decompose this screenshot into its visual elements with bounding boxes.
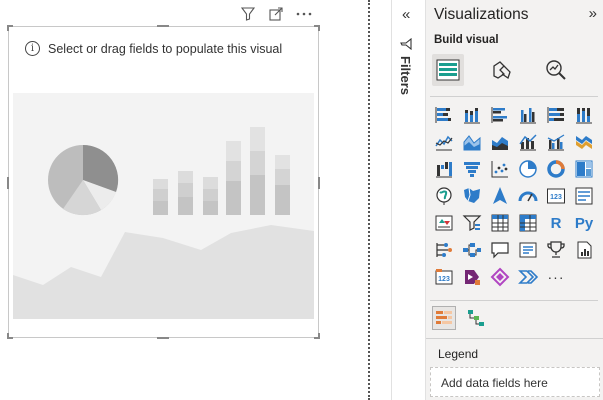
visualizations-title: Visualizations xyxy=(434,6,529,23)
multi-row-card-icon[interactable] xyxy=(573,185,595,207)
empty-visual[interactable]: i Select or drag fields to populate this… xyxy=(7,25,320,339)
pane-divider xyxy=(368,0,370,400)
focus-mode-icon[interactable] xyxy=(268,6,284,22)
filters-label: Filters xyxy=(398,56,413,96)
resize-handle-top[interactable] xyxy=(157,25,169,27)
fields-separator xyxy=(426,338,603,339)
build-visual-label: Build visual xyxy=(434,34,499,46)
decomposition-tree-icon[interactable] xyxy=(461,239,483,261)
visualizations-pane: Visualizations » Build visual 123 R Py 1… xyxy=(425,0,603,400)
filter-icon[interactable] xyxy=(240,6,256,22)
legend-field-well[interactable]: Add data fields here xyxy=(430,367,600,397)
card-icon[interactable]: 123 xyxy=(545,185,567,207)
stacked-bar-chart-icon[interactable] xyxy=(433,104,455,126)
mode-separator xyxy=(430,96,598,97)
paginated-report-icon[interactable] xyxy=(573,239,595,261)
pie-chart-icon[interactable] xyxy=(517,158,539,180)
power-automate-flow-icon[interactable] xyxy=(517,266,539,288)
resize-handle-bl-v[interactable] xyxy=(7,333,9,339)
info-icon: i xyxy=(25,41,40,56)
placeholder-graphic xyxy=(13,127,314,319)
map-icon[interactable] xyxy=(433,185,455,207)
donut-chart-icon[interactable] xyxy=(545,158,567,180)
metrics-icon[interactable] xyxy=(545,239,567,261)
visual-mode-tabs xyxy=(432,54,572,86)
stacked-column-chart-icon[interactable] xyxy=(461,104,483,126)
gauge-icon[interactable] xyxy=(517,185,539,207)
waterfall-chart-icon[interactable] xyxy=(433,158,455,180)
custom-visual-1-icon[interactable] xyxy=(432,306,456,330)
matrix-icon[interactable] xyxy=(517,212,539,234)
resize-handle-left[interactable] xyxy=(7,177,9,189)
new-card-icon[interactable]: 123 xyxy=(433,266,455,288)
resize-handle-br-v[interactable] xyxy=(318,333,320,339)
more-visuals-button[interactable]: ··· xyxy=(545,266,567,288)
azure-map-icon[interactable] xyxy=(489,185,511,207)
area-chart-icon[interactable] xyxy=(461,131,483,153)
treemap-icon[interactable] xyxy=(573,158,595,180)
power-automate-icon[interactable] xyxy=(489,266,511,288)
100-stacked-column-chart-icon[interactable] xyxy=(573,104,595,126)
python-visual-label: Py xyxy=(574,214,594,232)
format-visual-icon[interactable] xyxy=(486,54,518,86)
placeholder-illustration xyxy=(13,93,314,319)
empty-visual-hint: i Select or drag fields to populate this… xyxy=(25,41,282,56)
ribbon-chart-icon[interactable] xyxy=(573,131,595,153)
analytics-icon[interactable] xyxy=(540,54,572,86)
scatter-chart-icon[interactable] xyxy=(489,158,511,180)
smart-narrative-icon[interactable] xyxy=(517,239,539,261)
filters-collapse-icon[interactable]: « xyxy=(402,6,410,23)
table-icon[interactable] xyxy=(489,212,511,234)
slicer-icon[interactable] xyxy=(461,212,483,234)
more-visuals-label: ··· xyxy=(547,269,565,285)
legend-well-placeholder: Add data fields here xyxy=(441,376,548,390)
resize-handle-tl-v[interactable] xyxy=(7,25,9,31)
build-visual-icon[interactable] xyxy=(432,54,464,86)
qna-icon[interactable] xyxy=(489,239,511,261)
line-and-stacked-column-chart-icon[interactable] xyxy=(517,131,539,153)
visual-type-gallery: 123 R Py 123 ··· xyxy=(433,104,595,288)
line-chart-icon[interactable] xyxy=(433,131,455,153)
resize-handle-tr-v[interactable] xyxy=(318,25,320,31)
clustered-column-chart-icon[interactable] xyxy=(517,104,539,126)
more-options-icon[interactable] xyxy=(296,6,312,22)
custom-visual-2-icon[interactable] xyxy=(464,306,488,330)
python-visual-icon[interactable]: Py xyxy=(573,212,595,234)
r-visual-label: R xyxy=(550,214,562,232)
stacked-area-chart-icon[interactable] xyxy=(489,131,511,153)
resize-handle-bottom[interactable] xyxy=(157,337,169,339)
custom-visuals-row xyxy=(432,306,488,330)
visual-header xyxy=(240,6,312,22)
r-script-visual-icon[interactable]: R xyxy=(545,212,567,234)
power-apps-icon[interactable] xyxy=(461,266,483,288)
legend-well-label: Legend xyxy=(438,347,479,361)
line-and-clustered-column-chart-icon[interactable] xyxy=(545,131,567,153)
gallery-separator xyxy=(430,300,598,301)
clustered-bar-chart-icon[interactable] xyxy=(489,104,511,126)
filter-funnel-icon xyxy=(399,38,412,50)
kpi-icon[interactable] xyxy=(433,212,455,234)
svg-text:123: 123 xyxy=(550,194,562,201)
hint-text: Select or drag fields to populate this v… xyxy=(48,41,283,56)
100-stacked-bar-chart-icon[interactable] xyxy=(545,104,567,126)
filters-pane-toggle[interactable]: Filters xyxy=(398,38,413,95)
filled-map-icon[interactable] xyxy=(461,185,483,207)
key-influencers-icon[interactable] xyxy=(433,239,455,261)
resize-handle-right[interactable] xyxy=(318,177,320,189)
expand-pane-icon[interactable]: » xyxy=(589,5,597,22)
svg-text:123: 123 xyxy=(438,276,450,283)
funnel-icon[interactable] xyxy=(461,158,483,180)
